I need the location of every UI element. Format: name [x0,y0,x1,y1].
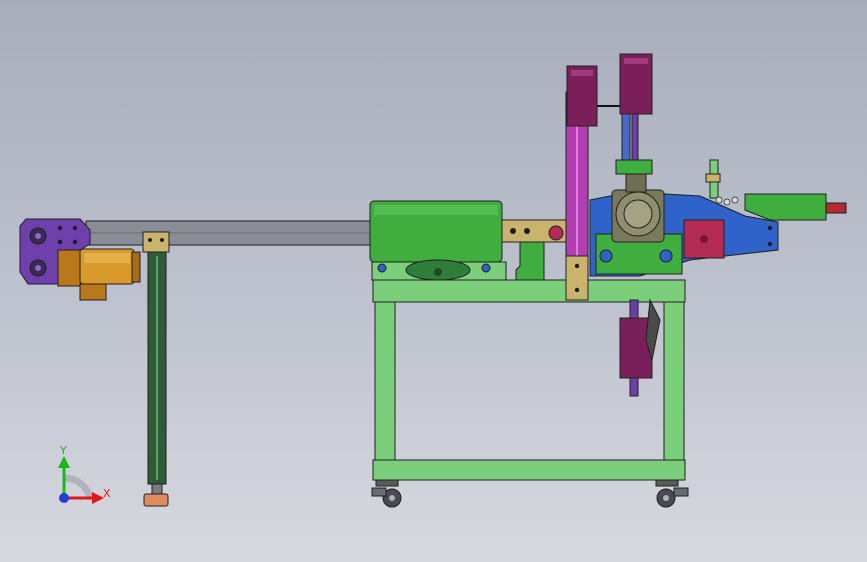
frame-leg-right [663,301,685,461]
link-bracket [501,219,567,281]
conveyor-arm [85,220,377,246]
lower-cylinder [619,298,661,397]
pneumatic-cylinder-right [619,53,653,175]
caster-wheel-right [655,479,689,508]
frame-top-rail [372,279,686,303]
leveling-foot [143,493,169,507]
cad-viewport[interactable]: Y X [0,0,867,562]
axis-origin [59,493,69,503]
pneumatic-cylinder-left [566,65,623,127]
caster-wheel-left [371,479,402,508]
support-leg [142,231,170,507]
frame-leg-left [374,301,396,461]
axis-triad: Y X [58,444,111,504]
axis-label-x: X [103,487,111,500]
axis-label-y: Y [59,444,67,457]
center-housing [369,200,507,281]
cad-assembly-drawing: Y X [19,53,847,508]
gear-motor [57,248,141,301]
frame-bottom-rail [372,459,686,481]
